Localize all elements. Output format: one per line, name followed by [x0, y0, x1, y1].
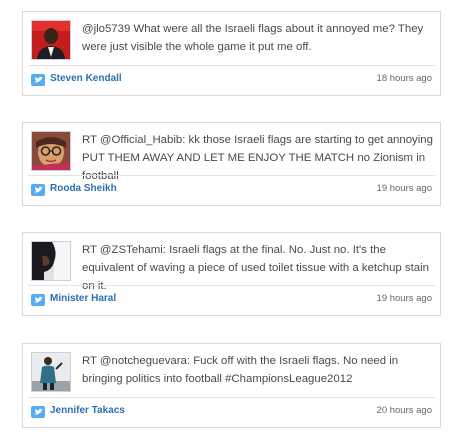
tweet-card: RT @notcheguevara: Fuck off with the Isr… [22, 343, 441, 428]
author-name-link[interactable]: Steven Kendall [50, 73, 122, 84]
divider [28, 65, 435, 66]
divider [28, 175, 435, 176]
user-avatar-standing-figure [32, 353, 70, 391]
tweet-footer: Jennifer Takacs 20 hours ago [23, 397, 440, 427]
tweet-footer: Rooda Sheikh 19 hours ago [23, 175, 440, 205]
timestamp-link[interactable]: 19 hours ago [377, 293, 432, 304]
avatar[interactable] [31, 352, 71, 392]
divider [28, 397, 435, 398]
author-name-link[interactable]: Jennifer Takacs [50, 405, 125, 416]
twitter-bird-icon [31, 406, 45, 418]
user-avatar-glasses [32, 132, 70, 170]
twitter-bird-icon [31, 294, 45, 306]
twitter-bird-icon [31, 74, 45, 86]
user-avatar-red-background [32, 21, 70, 59]
tweet-card: RT @ZSTehami: Israeli flags at the final… [22, 232, 441, 316]
twitter-bird-icon [31, 184, 45, 196]
timestamp-link[interactable]: 18 hours ago [377, 73, 432, 84]
divider [28, 285, 435, 286]
avatar[interactable] [31, 20, 71, 60]
timestamp-link[interactable]: 19 hours ago [377, 183, 432, 194]
timestamp-link[interactable]: 20 hours ago [377, 405, 432, 416]
author-name-link[interactable]: Minister Haral [50, 293, 116, 304]
user-avatar-dark-profile [32, 242, 70, 280]
tweet-card: @jlo5739 What were all the Israeli flags… [22, 11, 441, 96]
tweet-footer: Steven Kendall 18 hours ago [23, 65, 440, 95]
tweet-text: RT @notcheguevara: Fuck off with the Isr… [82, 355, 399, 385]
avatar[interactable] [31, 241, 71, 281]
tweet-feed: @jlo5739 What were all the Israeli flags… [0, 0, 462, 443]
tweet-text: @jlo5739 What were all the Israeli flags… [82, 23, 424, 53]
avatar[interactable] [31, 131, 71, 171]
tweet-footer: Minister Haral 19 hours ago [23, 285, 440, 315]
tweet-card: RT @Official_Habib: kk those Israeli fla… [22, 122, 441, 206]
author-name-link[interactable]: Rooda Sheikh [50, 183, 117, 194]
